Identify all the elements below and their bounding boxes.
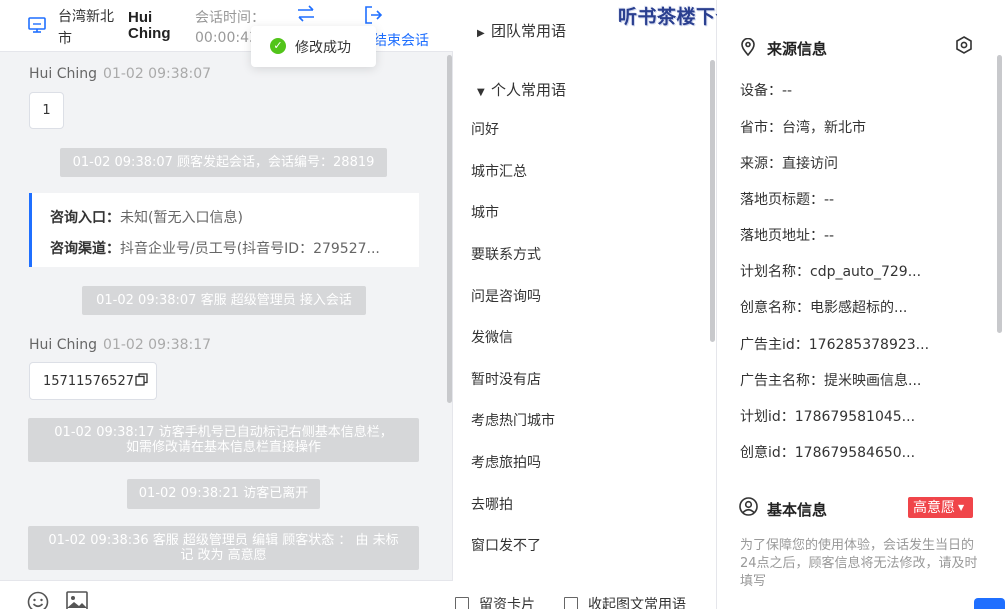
phrase-item[interactable]: 问是咨询吗 <box>471 286 541 306</box>
chat-toolbar <box>0 580 453 609</box>
sender-name: Hui Ching <box>29 337 98 353</box>
info-scrollbar[interactable] <box>997 55 1002 333</box>
location-pin-icon <box>741 38 755 56</box>
exit-icon[interactable] <box>363 5 383 25</box>
user-icon <box>739 497 758 516</box>
info-card-button[interactable]: 留资卡片 <box>455 594 535 609</box>
toast-text: 修改成功 <box>295 40 351 56</box>
visitor-name: Hui Ching <box>128 9 171 42</box>
field-creative-id: 创意id：178679584650... <box>740 445 916 461</box>
chat-header: 台湾新北市 Hui Ching 会话时间： 00:00:43 结束会话 <box>0 0 453 52</box>
field-advertiser-id: 广告主id：176285378923... <box>740 337 930 353</box>
phrase-item[interactable]: 考虑热门城市 <box>471 410 555 430</box>
sender-name: Hui Ching <box>29 66 98 82</box>
end-session-button[interactable]: 结束会话 <box>373 30 429 50</box>
intent-status-label: 高意愿 <box>913 500 955 516</box>
system-message: 01-02 09:38:07 客服 超级管理员 接入会话 <box>82 286 366 315</box>
monitor-icon <box>28 17 46 33</box>
source-info-title: 来源信息 <box>767 40 828 58</box>
message-bubble: 1 <box>29 92 64 129</box>
session-time-value: 00:00:43 <box>195 30 258 46</box>
phrase-item[interactable]: 暂时没有店 <box>471 369 541 389</box>
message-meta: Hui Ching 01-02 09:38:17 <box>29 337 211 353</box>
phone-number-text: 15711576527 <box>43 374 134 389</box>
document-icon <box>455 597 469 609</box>
phrases-footer: 留资卡片 收起图文常用语 <box>453 580 717 609</box>
phrases-scrollbar[interactable] <box>710 60 715 342</box>
emoji-icon[interactable] <box>27 591 49 609</box>
caret-down-icon: ▼ <box>477 87 485 98</box>
personal-phrases-group[interactable]: ▼ 个人常用语 <box>477 79 566 100</box>
chat-panel: 台湾新北市 Hui Ching 会话时间： 00:00:43 结束会话 Hui … <box>0 0 453 609</box>
phrase-item[interactable]: 窗口发不了 <box>471 535 541 555</box>
edit-notice: 为了保障您的使用体验，会话发生当日的24点之后，顾客信息将无法修改，请及时填写 <box>740 538 978 589</box>
phrases-panel: ▶ 团队常用语 ▼ 个人常用语 问好 城市汇总 城市 要联系方式 问是咨询吗 发微信… <box>453 0 717 609</box>
collapse-phrases-button[interactable]: 收起图文常用语 <box>564 594 686 609</box>
caret-down-icon: ▼ <box>958 503 965 512</box>
team-phrases-group[interactable]: ▶ 团队常用语 <box>477 20 566 41</box>
message-time: 01-02 09:38:07 <box>103 66 212 82</box>
field-device: 设备：-- <box>740 83 793 99</box>
check-circle-icon: ✓ <box>270 38 286 54</box>
corner-action-button[interactable] <box>974 598 1005 609</box>
system-message: 01-02 09:38:17 访客手机号已自动标记右侧基本信息栏， 如需修改请在… <box>28 418 419 462</box>
image-icon[interactable] <box>66 591 88 609</box>
phrase-item[interactable]: 发微信 <box>471 327 513 347</box>
phrase-item[interactable]: 要联系方式 <box>471 244 541 264</box>
intent-status-dropdown[interactable]: 高意愿 ▼ <box>908 497 973 518</box>
field-province-city: 省市：台湾，新北市 <box>740 120 866 136</box>
field-landing-title: 落地页标题：-- <box>740 192 835 208</box>
field-plan-name: 计划名称：cdp_auto_729... <box>740 264 922 280</box>
system-message: 01-02 09:38:36 客服 超级管理员 编辑 顾客状态 ： 由 未标 记… <box>28 526 419 570</box>
consult-info-card: 咨询入口：未知(暂无入口信息) 咨询渠道：抖音企业号/员工号(抖音号ID：279… <box>29 193 419 267</box>
phrase-item[interactable]: 考虑旅拍吗 <box>471 452 541 472</box>
copy-icon[interactable] <box>135 373 148 386</box>
system-message: 01-02 09:38:21 访客已离开 <box>127 479 320 509</box>
success-toast: ✓ 修改成功 <box>251 26 376 67</box>
chat-scrollbar[interactable] <box>447 55 452 403</box>
field-plan-id: 计划id：178679581045... <box>740 409 916 425</box>
transfer-icon[interactable] <box>296 5 316 23</box>
message-meta: Hui Ching 01-02 09:38:07 <box>29 66 211 82</box>
caret-right-icon: ▶ <box>477 28 485 39</box>
message-time: 01-02 09:38:17 <box>103 337 212 353</box>
document-icon <box>564 597 578 609</box>
message-bubble: 15711576527 <box>29 362 157 400</box>
field-source: 来源：直接访问 <box>740 156 838 172</box>
settings-icon[interactable] <box>955 36 973 54</box>
phrase-item[interactable]: 去哪拍 <box>471 494 513 514</box>
basic-info-title: 基本信息 <box>767 501 828 519</box>
field-advertiser-name: 广告主名称：提米映画信息... <box>740 373 922 389</box>
system-message: 01-02 09:38:07 顾客发起会话，会话编号：28819 <box>60 148 387 177</box>
session-time-label: 会话时间： <box>195 10 265 26</box>
phrase-item[interactable]: 城市 <box>471 202 499 222</box>
phrase-item[interactable]: 城市汇总 <box>471 161 527 181</box>
field-creative-name: 创意名称：电影感超标的... <box>740 300 908 316</box>
customer-info-panel: 来源信息 设备：-- 省市：台湾，新北市 来源：直接访问 落地页标题：-- 落地… <box>717 0 1005 609</box>
consult-entry: 咨询入口：未知(暂无入口信息) <box>50 210 243 226</box>
visitor-location: 台湾新北市 <box>58 9 114 47</box>
field-landing-url: 落地页地址：-- <box>740 228 835 244</box>
consult-channel: 咨询渠道：抖音企业号/员工号(抖音号ID：279527... <box>50 241 380 257</box>
phrase-item[interactable]: 问好 <box>471 119 499 139</box>
